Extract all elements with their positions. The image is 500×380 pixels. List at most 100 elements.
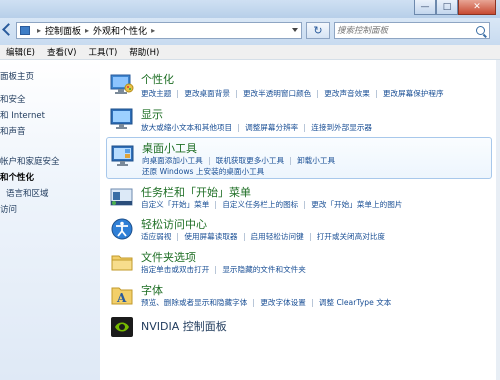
chevron-right-icon: ▸	[151, 26, 156, 35]
link-change-start-picture[interactable]: 更改「开始」菜单上的图片	[311, 200, 402, 209]
menu-view[interactable]: 查看(V)	[47, 46, 76, 58]
link-separator	[215, 266, 217, 274]
nav-arrows[interactable]	[2, 23, 15, 36]
search-box[interactable]	[334, 22, 490, 39]
sidebar-item-home[interactable]: 面板主页	[0, 70, 34, 82]
link-separator	[235, 90, 237, 98]
category-links: 自定义「开始」菜单 自定义任务栏上的图标 更改「开始」菜单上的图片	[141, 199, 491, 211]
nvidia-icon	[111, 317, 133, 337]
category-title[interactable]: 个性化	[141, 71, 174, 87]
link-text-size[interactable]: 放大或缩小文本和其他项目	[141, 123, 232, 132]
sidebar-item-user-accounts[interactable]: 帐户和家庭安全	[0, 155, 60, 167]
category-personalization: 个性化 更改主题 更改桌面背景 更改半透明窗口颜色 更改声音效果 更改屏幕保护程序	[106, 68, 492, 102]
breadcrumb-control-panel[interactable]: 控制面板	[45, 24, 81, 37]
personalization-icon	[110, 74, 134, 94]
link-uninstall-gadget[interactable]: 卸载小工具	[297, 156, 335, 165]
category-fonts: A 字体 预览、删除或者显示和隐藏字体 更改字体设置 调整 ClearType 文本	[106, 280, 492, 312]
maximize-button[interactable]: □	[436, 0, 458, 15]
link-external-display[interactable]: 连接到外部显示器	[311, 123, 372, 132]
category-title[interactable]: 桌面小工具	[142, 140, 197, 156]
main-content: 个性化 更改主题 更改桌面背景 更改半透明窗口颜色 更改声音效果 更改屏幕保护程序 显示…	[100, 60, 496, 380]
address-bar[interactable]: ▸ 控制面板 ▸ 外观和个性化 ▸	[16, 22, 302, 39]
folder-icon	[111, 255, 133, 271]
category-title[interactable]: 字体	[141, 282, 163, 298]
back-arrow-icon[interactable]	[2, 23, 15, 36]
link-preview-fonts[interactable]: 预览、删除或者显示和隐藏字体	[141, 298, 247, 307]
link-change-theme[interactable]: 更改主题	[141, 89, 171, 98]
category-title[interactable]: 显示	[141, 106, 163, 122]
link-change-sounds[interactable]: 更改声音效果	[324, 89, 370, 98]
sidebar-item-ease-of-access[interactable]: 访问	[0, 203, 17, 215]
link-separator	[311, 299, 313, 307]
sidebar-item-hardware-sound[interactable]: 和声音	[0, 125, 26, 137]
link-access-keys[interactable]: 启用轻松访问键	[251, 232, 304, 241]
link-separator	[177, 233, 179, 241]
sidebar-item-network-internet[interactable]: 和 Internet	[0, 109, 45, 121]
link-cleartype[interactable]: 调整 ClearType 文本	[319, 298, 392, 307]
category-ease-of-access: 轻松访问中心 适应弱视 使用屏幕读取器 启用轻松访问键 打开或关闭高对比度	[106, 215, 492, 247]
category-links: 更改主题 更改桌面背景 更改半透明窗口颜色 更改声音效果 更改屏幕保护程序	[141, 88, 491, 100]
gadgets-icon	[111, 145, 134, 166]
sidebar: 面板主页 和安全 和 Internet 和声音 帐户和家庭安全 和个性化 语言和…	[0, 60, 100, 380]
link-separator	[309, 233, 311, 241]
link-restore-gadgets[interactable]: 还原 Windows 上安装的桌面小工具	[142, 167, 264, 176]
link-separator	[304, 201, 306, 209]
link-screen-reader[interactable]: 使用屏幕读取器	[184, 232, 237, 241]
link-separator	[238, 124, 240, 132]
menu-help[interactable]: 帮助(H)	[129, 46, 159, 58]
link-change-background[interactable]: 更改桌面背景	[184, 89, 230, 98]
link-separator	[290, 157, 292, 165]
link-customize-start[interactable]: 自定义「开始」菜单	[141, 200, 209, 209]
refresh-icon: ↻	[313, 24, 323, 37]
close-button[interactable]: ✕	[458, 0, 496, 15]
control-panel-icon	[20, 26, 30, 35]
category-display: 显示 放大或缩小文本和其他项目 调整屏幕分辨率 连接到外部显示器	[106, 103, 492, 135]
link-separator	[177, 90, 179, 98]
link-single-double-click[interactable]: 指定单击或双击打开	[141, 265, 209, 274]
title-bar: — □ ✕	[0, 0, 500, 18]
fonts-icon: A	[111, 287, 133, 305]
sidebar-item-region-language[interactable]: 语言和区域	[6, 187, 49, 199]
menu-tools[interactable]: 工具(T)	[88, 46, 117, 58]
category-title[interactable]: NVIDIA 控制面板	[141, 318, 227, 334]
refresh-button[interactable]: ↻	[306, 22, 330, 39]
category-links-row2: 还原 Windows 上安装的桌面小工具	[142, 166, 492, 178]
search-icon[interactable]	[476, 26, 485, 35]
ease-of-access-icon	[111, 218, 133, 240]
link-high-contrast[interactable]: 打开或关闭高对比度	[317, 232, 385, 241]
category-links: 适应弱视 使用屏幕读取器 启用轻松访问键 打开或关闭高对比度	[141, 231, 491, 243]
category-taskbar: 任务栏和「开始」菜单 自定义「开始」菜单 自定义任务栏上的图标 更改「开始」菜单上的…	[106, 182, 492, 214]
link-separator	[253, 299, 255, 307]
window-controls: — □ ✕	[414, 0, 496, 15]
category-nvidia: NVIDIA 控制面板	[106, 313, 492, 341]
category-folder-options: 文件夹选项 指定单击或双击打开 显示隐藏的文件和文件夹	[106, 247, 492, 279]
link-show-hidden-files[interactable]: 显示隐藏的文件和文件夹	[222, 265, 306, 274]
chevron-right-icon: ▸	[85, 26, 90, 35]
link-change-screensaver[interactable]: 更改屏幕保护程序	[383, 89, 444, 98]
link-get-more-gadgets[interactable]: 联机获取更多小工具	[216, 156, 284, 165]
link-font-settings[interactable]: 更改字体设置	[260, 298, 306, 307]
menu-edit[interactable]: 编辑(E)	[6, 46, 35, 58]
display-icon	[110, 108, 133, 129]
minimize-button[interactable]: —	[414, 0, 436, 15]
category-links: 指定单击或双击打开 显示隐藏的文件和文件夹	[141, 264, 491, 276]
svg-text:A: A	[116, 291, 127, 305]
search-input[interactable]	[337, 24, 467, 37]
link-change-glass-color[interactable]: 更改半透明窗口颜色	[243, 89, 311, 98]
category-title[interactable]: 文件夹选项	[141, 249, 196, 265]
link-separator	[215, 201, 217, 209]
link-resolution[interactable]: 调整屏幕分辨率	[245, 123, 298, 132]
chevron-down-icon[interactable]	[292, 28, 298, 32]
link-separator	[375, 90, 377, 98]
breadcrumb-appearance[interactable]: 外观和个性化	[93, 24, 147, 37]
link-separator	[304, 124, 306, 132]
sidebar-item-appearance[interactable]: 和个性化	[0, 171, 34, 183]
link-customize-taskbar-icons[interactable]: 自定义任务栏上的图标	[222, 200, 298, 209]
link-low-vision[interactable]: 适应弱视	[141, 232, 171, 241]
sidebar-item-system-security[interactable]: 和安全	[0, 93, 26, 105]
link-add-gadgets[interactable]: 向桌面添加小工具	[142, 156, 203, 165]
vertical-scrollbar[interactable]	[496, 60, 500, 380]
category-title[interactable]: 轻松访问中心	[141, 216, 207, 232]
link-separator	[208, 157, 210, 165]
category-title[interactable]: 任务栏和「开始」菜单	[141, 184, 251, 200]
